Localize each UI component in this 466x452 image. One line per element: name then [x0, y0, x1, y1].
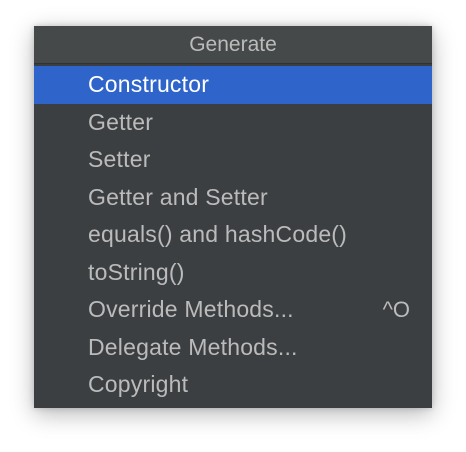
menu-item-label: Setter	[88, 146, 151, 173]
menu-item-getter-and-setter[interactable]: Getter and Setter	[34, 179, 432, 217]
menu-item-label: Getter and Setter	[88, 183, 268, 210]
menu-item-label: equals() and hashCode()	[88, 221, 348, 248]
popup-title: Generate	[34, 26, 432, 64]
menu-item-tostring[interactable]: toString()	[34, 254, 432, 292]
generate-menu-list: Constructor Getter Setter Getter and Set…	[34, 66, 432, 404]
generate-popup: Generate Constructor Getter Setter Gette…	[34, 26, 432, 408]
menu-item-label: toString()	[88, 258, 185, 285]
menu-item-constructor[interactable]: Constructor	[34, 66, 432, 104]
menu-item-setter[interactable]: Setter	[34, 141, 432, 179]
menu-item-copyright[interactable]: Copyright	[34, 366, 432, 404]
menu-item-getter[interactable]: Getter	[34, 104, 432, 142]
menu-item-override-methods[interactable]: Override Methods... ^O	[34, 291, 432, 329]
menu-item-delegate-methods[interactable]: Delegate Methods...	[34, 329, 432, 367]
menu-item-label: Getter	[88, 108, 154, 135]
menu-item-equals-hashcode[interactable]: equals() and hashCode()	[34, 216, 432, 254]
generate-popup-shadow: Generate Constructor Getter Setter Gette…	[34, 26, 432, 408]
menu-item-label: Constructor	[88, 71, 210, 98]
menu-item-label: Delegate Methods...	[88, 333, 298, 360]
menu-item-label: Copyright	[88, 371, 189, 398]
menu-item-label: Override Methods...	[88, 296, 294, 323]
menu-item-shortcut: ^O	[382, 296, 410, 322]
